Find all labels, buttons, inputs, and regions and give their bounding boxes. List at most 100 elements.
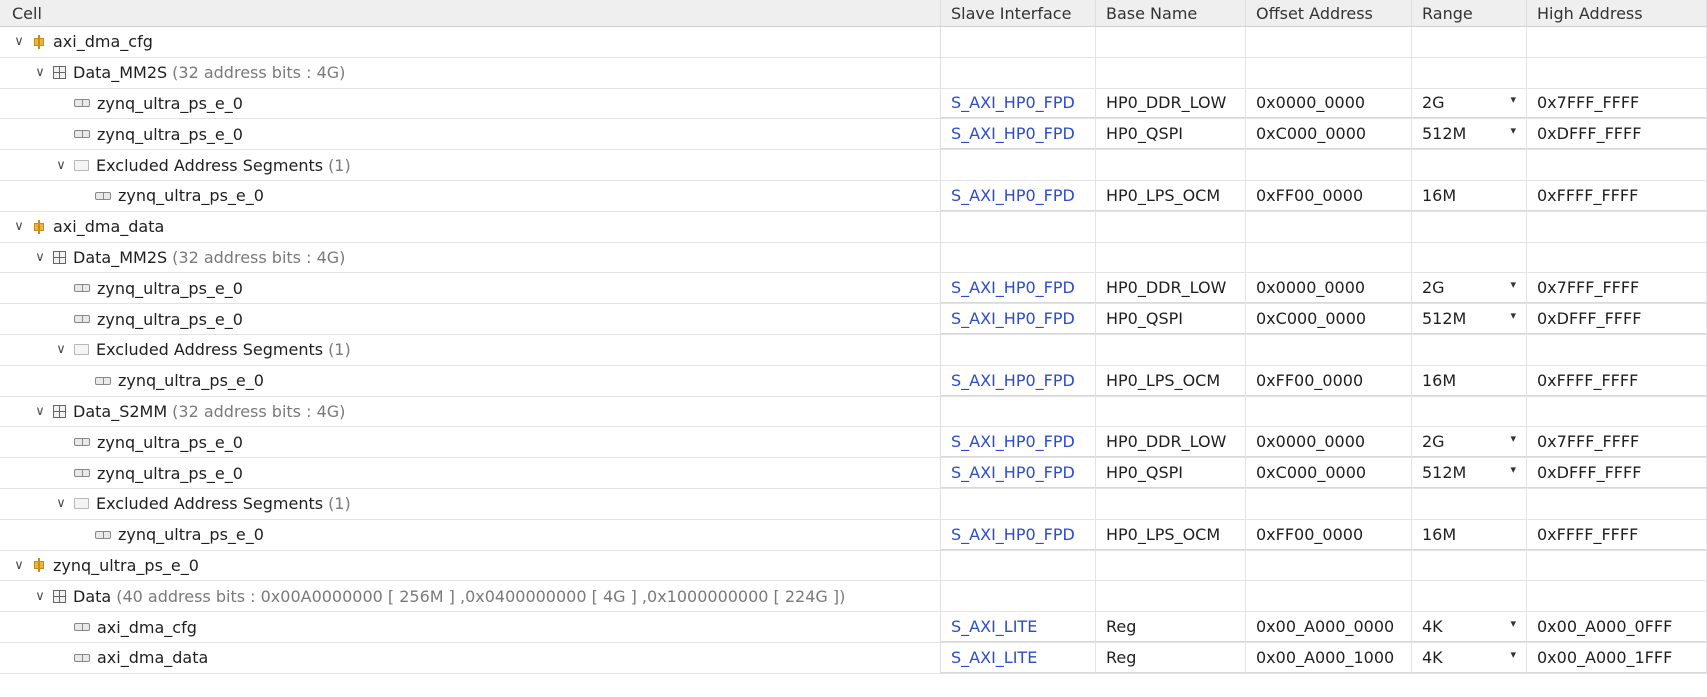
slave-interface-link[interactable]: S_AXI_HP0_FPD: [941, 180, 1096, 211]
slave-interface-label[interactable]: S_AXI_HP0_FPD: [951, 371, 1075, 390]
range-cell[interactable]: 512M ▾: [1412, 304, 1527, 334]
range-select[interactable]: 2G ▾: [1422, 278, 1526, 297]
cell-tree-node[interactable]: axi_dma_cfg: [0, 612, 941, 642]
table-row[interactable]: ∨ Data_MM2S (32 address bits : 4G): [0, 242, 1707, 274]
offset-address-cell[interactable]: 0x0000_0000: [1246, 273, 1412, 304]
cell-tree-node[interactable]: zynq_ultra_ps_e_0: [0, 273, 941, 304]
range-select[interactable]: 512M ▾: [1422, 309, 1526, 328]
table-row[interactable]: zynq_ultra_ps_e_0 S_AXI_HP0_FPD HP0_QSPI 0x…: [0, 119, 1707, 151]
cell-tree-node[interactable]: zynq_ultra_ps_e_0: [0, 304, 941, 334]
dropdown-arrow-icon[interactable]: ▾: [1510, 648, 1516, 667]
table-row[interactable]: axi_dma_cfg S_AXI_LITE Reg 0x00_A000_0000 4K…: [0, 612, 1707, 643]
slave-interface-label[interactable]: S_AXI_HP0_FPD: [951, 278, 1075, 297]
range-cell[interactable]: 4K ▾: [1412, 642, 1527, 673]
table-row[interactable]: ∨ axi_dma_cfg: [0, 27, 1707, 58]
cell-tree-node[interactable]: zynq_ultra_ps_e_0: [0, 427, 941, 458]
table-row[interactable]: zynq_ultra_ps_e_0 S_AXI_HP0_FPD HP0_DDR_LO…: [0, 273, 1707, 305]
cell-tree-node[interactable]: zynq_ultra_ps_e_0: [0, 519, 941, 550]
chevron-down-icon[interactable]: ∨: [31, 250, 49, 265]
range-cell[interactable]: 2G ▾: [1412, 273, 1527, 304]
chevron-down-icon[interactable]: ∨: [52, 158, 70, 173]
column-header-offset-address[interactable]: Offset Address: [1246, 0, 1412, 26]
table-row[interactable]: zynq_ultra_ps_e_0 S_AXI_HP0_FPD HP0_DDR_LO…: [0, 88, 1707, 120]
cell-tree-node[interactable]: ∨ Excluded Address Segments (1): [0, 488, 941, 519]
dropdown-arrow-icon[interactable]: ▾: [1510, 124, 1516, 143]
range-cell[interactable]: 512M ▾: [1412, 458, 1527, 488]
range-select[interactable]: 4K ▾: [1422, 617, 1526, 636]
table-row[interactable]: ∨ Data (40 address bits : 0x00A0000000 [ 2…: [0, 581, 1707, 613]
cell-tree-node[interactable]: ∨ axi_dma_data: [0, 211, 941, 242]
table-row[interactable]: zynq_ultra_ps_e_0 S_AXI_HP0_FPD HP0_DDR_LO…: [0, 427, 1707, 459]
cell-tree-node[interactable]: ∨ Data_S2MM (32 address bits : 4G): [0, 396, 941, 427]
range-select[interactable]: 4K ▾: [1422, 648, 1526, 667]
table-row[interactable]: ∨ axi_dma_data: [0, 211, 1707, 243]
cell-tree-node[interactable]: zynq_ultra_ps_e_0: [0, 88, 941, 119]
range-cell[interactable]: 16M: [1412, 519, 1527, 550]
table-row[interactable]: ∨ Excluded Address Segments (1): [0, 150, 1707, 181]
chevron-down-icon[interactable]: ∨: [10, 34, 28, 49]
column-header-base-name[interactable]: Base Name: [1096, 0, 1246, 26]
cell-tree-node[interactable]: ∨ Data (40 address bits : 0x00A0000000 [ 2…: [0, 581, 941, 612]
cell-tree-node[interactable]: zynq_ultra_ps_e_0: [0, 180, 941, 211]
offset-address-cell[interactable]: 0xC000_0000: [1246, 119, 1412, 150]
column-header-slave-interface[interactable]: Slave Interface: [941, 0, 1096, 26]
range-select[interactable]: 512M ▾: [1422, 124, 1526, 143]
table-row[interactable]: ∨ Data_S2MM (32 address bits : 4G): [0, 396, 1707, 428]
chevron-down-icon[interactable]: ∨: [52, 496, 70, 511]
range-select[interactable]: 16M: [1422, 186, 1526, 205]
dropdown-arrow-icon[interactable]: ▾: [1510, 617, 1516, 636]
table-row[interactable]: zynq_ultra_ps_e_0 S_AXI_HP0_FPD HP0_LPS_OC…: [0, 180, 1707, 212]
cell-tree-node[interactable]: axi_dma_data: [0, 642, 941, 673]
range-select[interactable]: 512M ▾: [1422, 463, 1526, 482]
slave-interface-label[interactable]: S_AXI_LITE: [951, 617, 1037, 636]
slave-interface-label[interactable]: S_AXI_HP0_FPD: [951, 525, 1075, 544]
slave-interface-link[interactable]: S_AXI_HP0_FPD: [941, 273, 1096, 304]
chevron-down-icon[interactable]: ∨: [31, 404, 49, 419]
cell-tree-node[interactable]: zynq_ultra_ps_e_0: [0, 458, 941, 488]
offset-address-cell[interactable]: 0xFF00_0000: [1246, 180, 1412, 211]
range-cell[interactable]: 16M: [1412, 180, 1527, 211]
chevron-down-icon[interactable]: ∨: [52, 342, 70, 357]
slave-interface-link[interactable]: S_AXI_HP0_FPD: [941, 88, 1096, 119]
table-row[interactable]: ∨ Data_MM2S (32 address bits : 4G): [0, 57, 1707, 89]
table-row[interactable]: ∨ zynq_ultra_ps_e_0: [0, 550, 1707, 582]
cell-tree-node[interactable]: zynq_ultra_ps_e_0: [0, 119, 941, 150]
range-cell[interactable]: 4K ▾: [1412, 612, 1527, 642]
chevron-down-icon[interactable]: ∨: [31, 589, 49, 604]
slave-interface-label[interactable]: S_AXI_HP0_FPD: [951, 309, 1075, 328]
slave-interface-label[interactable]: S_AXI_HP0_FPD: [951, 124, 1075, 143]
slave-interface-link[interactable]: S_AXI_LITE: [941, 642, 1096, 673]
cell-tree-node[interactable]: ∨ axi_dma_cfg: [0, 27, 941, 57]
slave-interface-link[interactable]: S_AXI_HP0_FPD: [941, 427, 1096, 458]
table-row[interactable]: ∨ Excluded Address Segments (1): [0, 334, 1707, 366]
slave-interface-label[interactable]: S_AXI_HP0_FPD: [951, 463, 1075, 482]
dropdown-arrow-icon[interactable]: ▾: [1510, 432, 1516, 451]
dropdown-arrow-icon[interactable]: ▾: [1510, 309, 1516, 328]
column-header-high-address[interactable]: High Address: [1527, 0, 1707, 26]
slave-interface-link[interactable]: S_AXI_LITE: [941, 612, 1096, 642]
column-header-cell[interactable]: Cell: [0, 0, 941, 26]
slave-interface-link[interactable]: S_AXI_HP0_FPD: [941, 519, 1096, 550]
cell-tree-node[interactable]: zynq_ultra_ps_e_0: [0, 365, 941, 396]
column-header-range[interactable]: Range: [1412, 0, 1527, 26]
offset-address-cell[interactable]: 0x00_A000_1000: [1246, 642, 1412, 673]
offset-address-cell[interactable]: 0x0000_0000: [1246, 427, 1412, 458]
cell-tree-node[interactable]: ∨ zynq_ultra_ps_e_0: [0, 550, 941, 581]
offset-address-cell[interactable]: 0xC000_0000: [1246, 458, 1412, 488]
slave-interface-label[interactable]: S_AXI_HP0_FPD: [951, 186, 1075, 205]
slave-interface-label[interactable]: S_AXI_HP0_FPD: [951, 93, 1075, 112]
range-cell[interactable]: 2G ▾: [1412, 88, 1527, 119]
offset-address-cell[interactable]: 0xFF00_0000: [1246, 519, 1412, 550]
chevron-down-icon[interactable]: ∨: [10, 219, 28, 234]
cell-tree-node[interactable]: ∨ Data_MM2S (32 address bits : 4G): [0, 57, 941, 88]
table-row[interactable]: zynq_ultra_ps_e_0 S_AXI_HP0_FPD HP0_QSPI 0x…: [0, 458, 1707, 489]
offset-address-cell[interactable]: 0x00_A000_0000: [1246, 612, 1412, 642]
chevron-down-icon[interactable]: ∨: [31, 65, 49, 80]
table-row[interactable]: ∨ Excluded Address Segments (1): [0, 488, 1707, 520]
slave-interface-link[interactable]: S_AXI_HP0_FPD: [941, 304, 1096, 334]
range-select[interactable]: 2G ▾: [1422, 93, 1526, 112]
chevron-down-icon[interactable]: ∨: [10, 558, 28, 573]
table-row[interactable]: zynq_ultra_ps_e_0 S_AXI_HP0_FPD HP0_LPS_OC…: [0, 519, 1707, 551]
range-cell[interactable]: 2G ▾: [1412, 427, 1527, 458]
range-select[interactable]: 2G ▾: [1422, 432, 1526, 451]
